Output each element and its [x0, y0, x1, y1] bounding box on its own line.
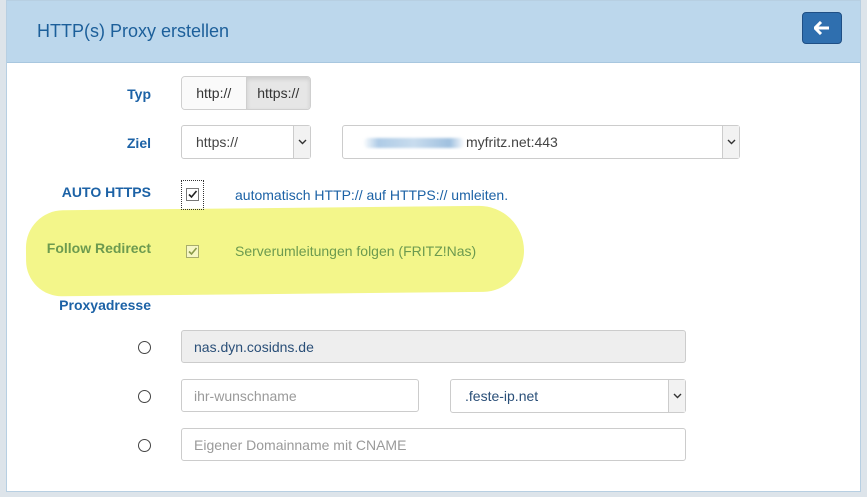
auto-https-text: automatisch HTTP:// auf HTTPS:// umleite… — [235, 187, 509, 203]
redacted-host — [363, 138, 465, 149]
typ-label: Typ — [127, 86, 151, 102]
ziel-host-value: myfritz.net:443 — [466, 134, 558, 150]
typ-segmented-control: http:// https:// — [181, 76, 311, 110]
typ-option-https[interactable]: https:// — [245, 77, 310, 109]
proxy-option3-radio[interactable] — [138, 439, 151, 452]
follow-redirect-checkbox[interactable] — [186, 245, 199, 258]
ziel-protocol-select[interactable]: https:// — [181, 125, 311, 159]
chevron-down-icon — [722, 126, 739, 158]
domain-select[interactable]: .feste-ip.net — [450, 379, 686, 413]
typ-option-http[interactable]: http:// — [182, 77, 246, 109]
follow-redirect-text: Serverumleitungen folgen (FRITZ!Nas) — [235, 243, 477, 259]
proxy-option1-radio[interactable] — [138, 341, 151, 354]
back-button[interactable] — [802, 12, 842, 44]
proxyadresse-label: Proxyadresse — [59, 297, 151, 313]
page-title: HTTP(s) Proxy erstellen — [37, 21, 230, 41]
check-icon — [188, 247, 198, 256]
chevron-down-icon — [668, 380, 685, 412]
ziel-host-select[interactable]: myfritz.net:443 — [342, 125, 740, 159]
check-icon — [188, 190, 198, 199]
wunschname-input[interactable]: ihr-wunschname — [181, 379, 419, 412]
proxy-option1-field: nas.dyn.cosidns.de — [181, 330, 686, 363]
panel-header: HTTP(s) Proxy erstellen — [7, 1, 860, 63]
arrow-left-icon — [814, 21, 829, 35]
follow-redirect-label: Follow Redirect — [46, 240, 151, 256]
cname-domain-input[interactable]: Eigener Domainname mit CNAME — [181, 428, 686, 461]
domain-select-value: .feste-ip.net — [465, 388, 539, 404]
auto-https-label: AUTO HTTPS — [61, 184, 151, 200]
auto-https-checkbox[interactable] — [186, 188, 199, 201]
proxy-option2-radio[interactable] — [138, 390, 151, 403]
chevron-down-icon — [293, 126, 310, 158]
ziel-label: Ziel — [126, 135, 151, 151]
ziel-protocol-value: https:// — [196, 134, 239, 150]
